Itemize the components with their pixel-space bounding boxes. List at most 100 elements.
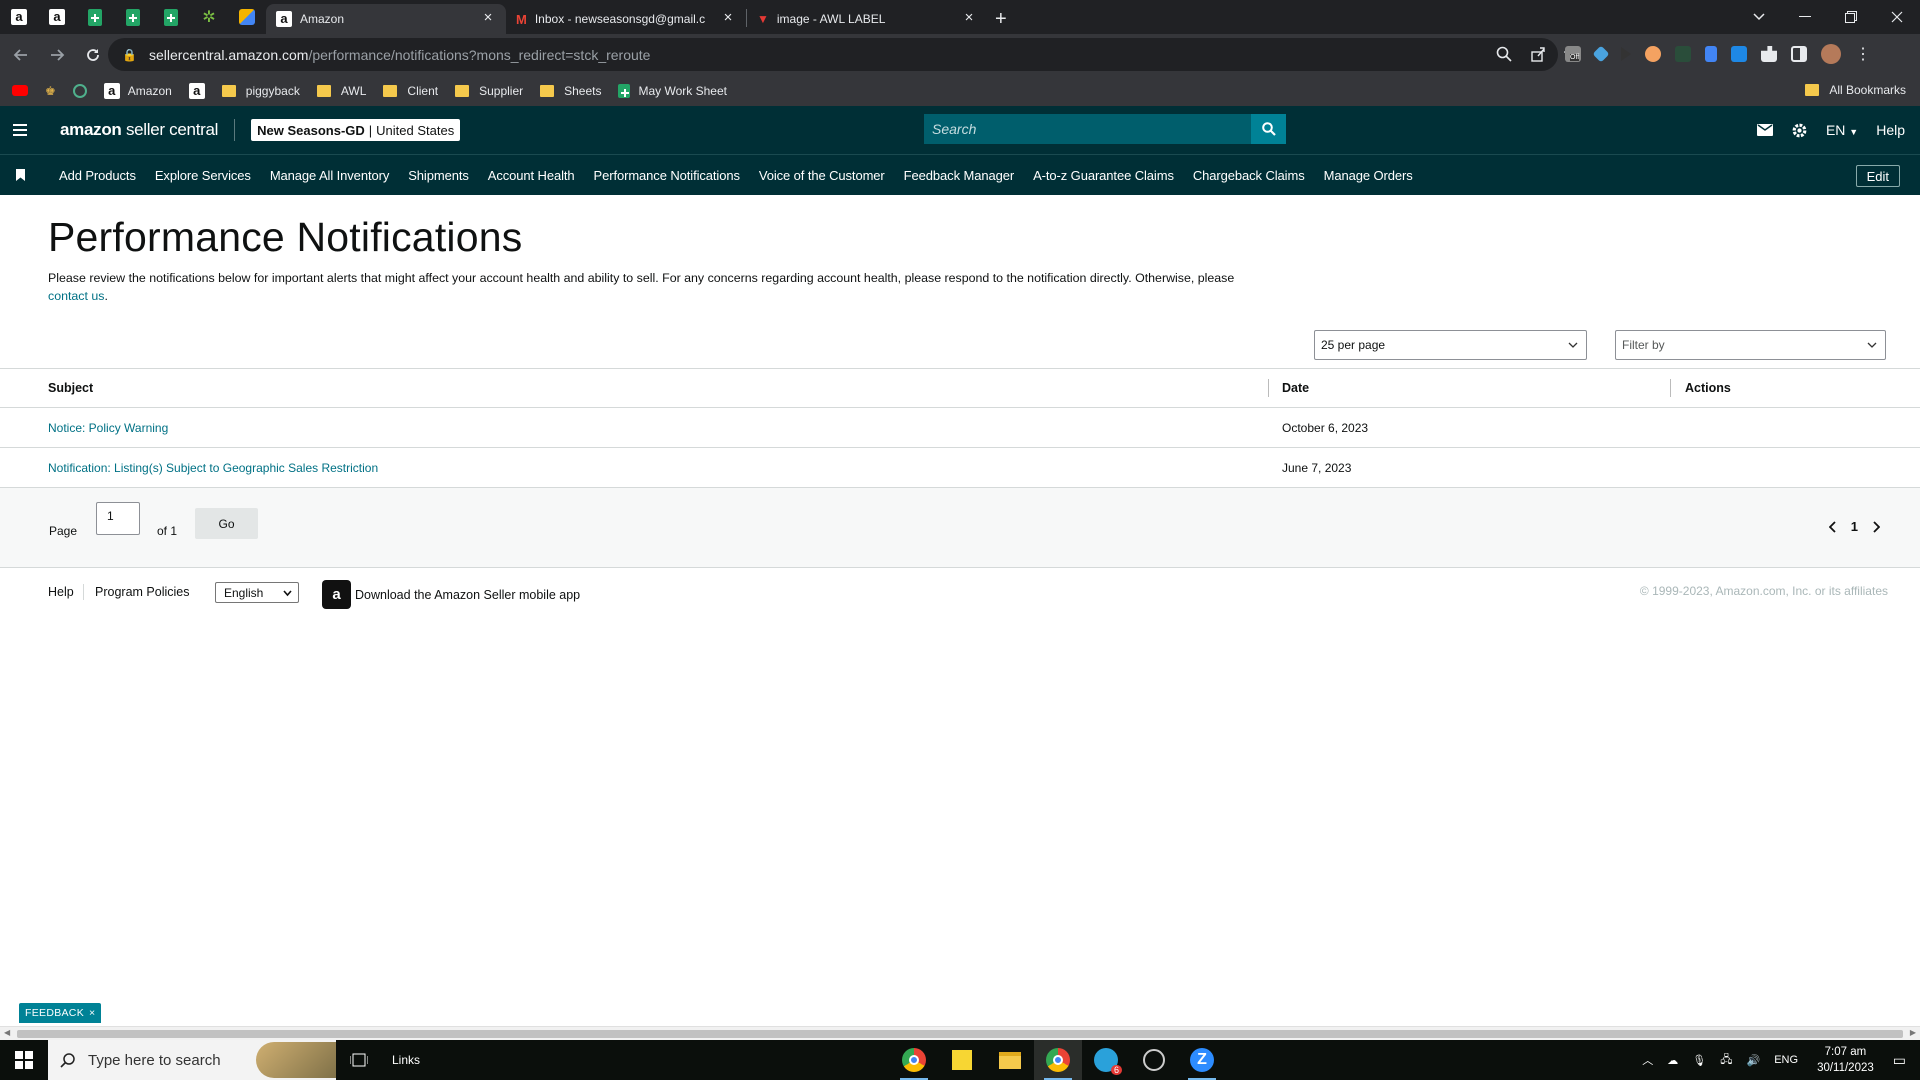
- sticky-notes-icon[interactable]: [938, 1040, 986, 1080]
- extensions-puzzle-icon[interactable]: [1761, 46, 1777, 62]
- nav-add-products[interactable]: Add Products: [59, 168, 136, 183]
- contact-us-link[interactable]: contact us: [48, 289, 104, 303]
- minimize-icon[interactable]: [1782, 0, 1828, 34]
- scroll-right-icon[interactable]: ▶: [1910, 1028, 1916, 1037]
- volume-icon[interactable]: 🔊: [1747, 1054, 1761, 1067]
- obs-icon[interactable]: [1130, 1040, 1178, 1080]
- file-explorer-icon[interactable]: [986, 1040, 1034, 1080]
- nav-explore-services[interactable]: Explore Services: [155, 168, 251, 183]
- menu-kebab-icon[interactable]: ⋮: [1855, 44, 1871, 64]
- scroll-left-icon[interactable]: ◀: [4, 1028, 10, 1037]
- go-button[interactable]: Go: [195, 508, 258, 539]
- ext-off-icon[interactable]: Off: [1565, 46, 1581, 62]
- bookmark-folder-awl[interactable]: AWL: [316, 84, 366, 98]
- pinned-tab-amazon-2[interactable]: a: [38, 0, 76, 34]
- chrome-profile-taskbar-icon[interactable]: [1034, 1040, 1082, 1080]
- download-app-link[interactable]: a Download the Amazon Seller mobile app: [322, 580, 580, 609]
- nav-voice-of-the-customer[interactable]: Voice of the Customer: [759, 168, 885, 183]
- chrome-taskbar-icon[interactable]: [890, 1040, 938, 1080]
- column-header-date[interactable]: Date: [1282, 381, 1309, 395]
- bookmark-youtube[interactable]: [12, 85, 28, 96]
- edit-bookmarks-button[interactable]: Edit: [1855, 165, 1900, 187]
- hamburger-menu-icon[interactable]: [0, 106, 40, 154]
- pinned-tab-app[interactable]: ✲: [190, 0, 228, 34]
- taskbar-search-input[interactable]: Type here to search: [48, 1040, 336, 1080]
- windows-start-icon[interactable]: [0, 1040, 48, 1080]
- pinned-tab-amazon-1[interactable]: a: [0, 0, 38, 34]
- pinned-tab-sheets-2[interactable]: [114, 0, 152, 34]
- side-panel-icon[interactable]: [1791, 46, 1807, 62]
- pinned-tab-slides[interactable]: [228, 0, 266, 34]
- bookmark-folder-sheets[interactable]: Sheets: [540, 84, 601, 98]
- all-bookmarks[interactable]: All Bookmarks: [1805, 83, 1906, 97]
- chevron-left-icon[interactable]: [1828, 520, 1837, 533]
- feedback-button[interactable]: FEEDBACK ×: [19, 1003, 102, 1023]
- per-page-select[interactable]: 25 per page: [1314, 330, 1587, 360]
- ext-puzzle-blue-icon[interactable]: [1592, 45, 1610, 63]
- clock[interactable]: 7:07 am 30/11/2023: [1817, 1044, 1874, 1076]
- pinned-tab-sheets-1[interactable]: [76, 0, 114, 34]
- telegram-icon[interactable]: 6: [1082, 1040, 1130, 1080]
- links-toolbar[interactable]: Links: [392, 1053, 420, 1067]
- share-icon[interactable]: [1530, 46, 1546, 62]
- ext-blue-box-icon[interactable]: [1731, 46, 1747, 62]
- bookmark-app-1[interactable]: ♚: [45, 84, 56, 98]
- reload-button[interactable]: [78, 40, 108, 70]
- column-header-subject[interactable]: Subject: [48, 381, 93, 395]
- horizontal-scrollbar[interactable]: ◀ ▶: [0, 1026, 1920, 1040]
- search-button[interactable]: [1251, 114, 1286, 144]
- microphone-icon[interactable]: 🎙: [1692, 1054, 1706, 1067]
- bookmark-may-work-sheet[interactable]: May Work Sheet: [618, 83, 727, 98]
- gear-icon[interactable]: [1791, 122, 1808, 139]
- help-link[interactable]: Help: [1876, 122, 1905, 138]
- task-view-icon[interactable]: [350, 1053, 368, 1067]
- input-language[interactable]: ENG: [1774, 1054, 1798, 1066]
- bookmark-amazon-2[interactable]: a: [188, 82, 205, 99]
- pinned-tab-sheets-3[interactable]: [152, 0, 190, 34]
- nav-feedback-manager[interactable]: Feedback Manager: [904, 168, 1015, 183]
- language-selector[interactable]: EN ▼: [1826, 122, 1858, 138]
- nav-chargeback-claims[interactable]: Chargeback Claims: [1193, 168, 1305, 183]
- scrollbar-thumb[interactable]: [17, 1030, 1903, 1038]
- tab-search-icon[interactable]: [1736, 0, 1782, 34]
- tab-inbox[interactable]: M Inbox - newseasonsgd@gmail.c ×: [506, 4, 746, 34]
- tab-awl-label[interactable]: ▼ image - AWL LABEL ×: [747, 4, 987, 34]
- back-button[interactable]: [6, 40, 36, 70]
- zoom-icon[interactable]: [1496, 46, 1512, 62]
- tab-amazon[interactable]: a Amazon ×: [266, 4, 506, 34]
- footer-program-policies-link[interactable]: Program Policies: [95, 585, 189, 599]
- zoom-app-icon[interactable]: Z: [1178, 1040, 1226, 1080]
- forward-button[interactable]: [42, 40, 72, 70]
- ext-orange-circle-icon[interactable]: [1645, 46, 1661, 62]
- mail-icon[interactable]: [1756, 124, 1773, 136]
- close-icon[interactable]: ×: [89, 1007, 95, 1019]
- restore-icon[interactable]: [1828, 0, 1874, 34]
- page-number-input[interactable]: 1: [96, 502, 140, 535]
- bookmark-folder-client[interactable]: Client: [383, 84, 438, 98]
- close-window-icon[interactable]: [1874, 0, 1920, 34]
- current-page-number[interactable]: 1: [1851, 519, 1858, 534]
- store-switcher[interactable]: New Seasons-GD | United States: [251, 119, 461, 141]
- bookmark-icon[interactable]: [0, 169, 40, 181]
- close-icon[interactable]: ×: [480, 10, 496, 27]
- bookmark-folder-supplier[interactable]: Supplier: [455, 84, 523, 98]
- seller-central-logo[interactable]: amazon seller central: [60, 120, 218, 140]
- ext-calculator-icon[interactable]: [1705, 46, 1717, 62]
- network-icon[interactable]: 🖧: [1720, 1051, 1732, 1070]
- site-info-icon[interactable]: 🔒: [122, 48, 137, 62]
- bookmark-folder-piggyback[interactable]: piggyback: [221, 84, 300, 98]
- footer-help-link[interactable]: Help: [48, 585, 74, 599]
- close-icon[interactable]: ×: [720, 10, 736, 27]
- nav-manage-all-inventory[interactable]: Manage All Inventory: [270, 168, 390, 183]
- address-bar[interactable]: 🔒 sellercentral.amazon.com/performance/n…: [108, 38, 1558, 71]
- nav-account-health[interactable]: Account Health: [488, 168, 575, 183]
- bookmark-amazon[interactable]: a Amazon: [103, 82, 172, 99]
- chevron-right-icon[interactable]: [1872, 520, 1880, 533]
- nav-shipments[interactable]: Shipments: [408, 168, 469, 183]
- bookmark-app-2[interactable]: [72, 83, 87, 98]
- close-icon[interactable]: ×: [961, 10, 977, 27]
- ext-green-icon[interactable]: [1675, 46, 1691, 62]
- ext-arrow-icon[interactable]: [1621, 47, 1631, 61]
- filter-select[interactable]: Filter by: [1615, 330, 1886, 360]
- tray-chevron-up-icon[interactable]: ︿: [1642, 1052, 1653, 1068]
